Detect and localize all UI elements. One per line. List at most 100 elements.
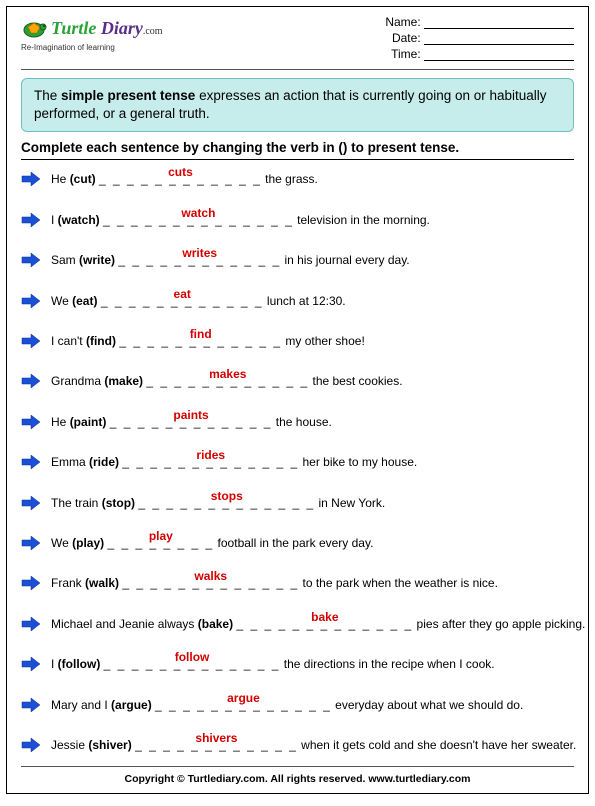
bullet-arrow-icon [21,414,41,430]
answer-blank[interactable]: _ _ _ _ _ _ _ _ _ _ _ _ _walks [122,577,299,589]
bullet-arrow-icon [21,333,41,349]
sentence-pre: Sam [51,253,79,267]
items-list: He (cut) _ _ _ _ _ _ _ _ _ _ _ _cuts the… [21,160,574,766]
bullet-arrow-icon [21,616,41,632]
sentence: Emma (ride) _ _ _ _ _ _ _ _ _ _ _ _ _rid… [51,456,574,468]
answer-text: find [190,328,212,340]
sentence: He (cut) _ _ _ _ _ _ _ _ _ _ _ _cuts the… [51,173,574,185]
answer-blank[interactable]: _ _ _ _ _ _ _ _ _ _ _ _shivers [135,739,298,751]
bullet-arrow-icon [21,697,41,713]
tagline: Re-Imagination of learning [21,43,163,52]
sentence-post: the directions in the recipe when I cook… [280,657,494,671]
sentence-pre: Michael and Jeanie always [51,617,198,631]
sentence: Frank (walk) _ _ _ _ _ _ _ _ _ _ _ _ _wa… [51,577,574,589]
sentence-post: the grass. [262,172,318,186]
date-line[interactable] [424,32,574,45]
answer-blank[interactable]: _ _ _ _ _ _ _ _ _ _ _ _eat [101,295,264,307]
sentence-pre: Mary and I [51,698,111,712]
verb-hint: (walk) [85,576,119,590]
page-header: Turtle Diary.com Re-Imagination of learn… [21,15,574,70]
answer-blank[interactable]: _ _ _ _ _ _ _ _ _ _ _ _ _bake [236,618,413,630]
answer-blank[interactable]: _ _ _ _ _ _ _ _ _ _ _ _find [119,335,282,347]
sentence-pre: Frank [51,576,85,590]
sentence-post: lunch at 12:30. [264,294,346,308]
answer-text: cuts [168,166,193,178]
date-label: Date: [392,31,421,45]
bullet-arrow-icon [21,293,41,309]
answer-text: writes [182,247,217,259]
answer-text: follow [175,651,210,663]
answer-blank[interactable]: _ _ _ _ _ _ _ _ _ _ _ _ _argue [155,699,332,711]
verb-hint: (shiver) [88,738,131,752]
sentence-pre: I [51,213,58,227]
worksheet-page: Turtle Diary.com Re-Imagination of learn… [6,6,589,794]
answer-text: stops [211,490,243,502]
time-line[interactable] [424,48,574,61]
bullet-arrow-icon [21,373,41,389]
sentence-pre: We [51,536,72,550]
verb-hint: (make) [104,374,143,388]
sentence: I (follow) _ _ _ _ _ _ _ _ _ _ _ _ _foll… [51,658,574,670]
sentence-post: football in the park every day. [214,536,373,550]
sentence: Grandma (make) _ _ _ _ _ _ _ _ _ _ _ _ma… [51,375,574,387]
bullet-arrow-icon [21,212,41,228]
sentence-pre: Grandma [51,374,104,388]
bullet-arrow-icon [21,171,41,187]
answer-blank[interactable]: _ _ _ _ _ _ _ _ _ _ _ _ _follow [104,658,281,670]
bullet-arrow-icon [21,252,41,268]
answer-text: rides [196,449,225,461]
exercise-item: The train (stop) _ _ _ _ _ _ _ _ _ _ _ _… [21,488,574,518]
exercise-item: Sam (write) _ _ _ _ _ _ _ _ _ _ _ _write… [21,245,574,275]
sentence-post: when it gets cold and she doesn't have h… [298,738,576,752]
verb-hint: (eat) [72,294,97,308]
name-line[interactable] [424,16,574,29]
sentence-pre: Emma [51,455,89,469]
answer-blank[interactable]: _ _ _ _ _ _ _ _ _ _ _ _makes [146,375,309,387]
sentence-pre: The train [51,496,102,510]
sentence-pre: Jessie [51,738,88,752]
answer-text: makes [209,368,246,380]
verb-hint: (play) [72,536,104,550]
logo-block: Turtle Diary.com Re-Imagination of learn… [21,15,163,52]
sentence-post: pies after they go apple picking. [413,617,585,631]
answer-blank[interactable]: _ _ _ _ _ _ _ _ _ _ _ _writes [118,254,281,266]
answer-blank[interactable]: _ _ _ _ _ _ _ _ _ _ _ _ _ _watch [103,214,294,226]
bullet-arrow-icon [21,495,41,511]
verb-hint: (paint) [70,415,107,429]
sentence-post: television in the morning. [294,213,430,227]
sentence: Jessie (shiver) _ _ _ _ _ _ _ _ _ _ _ _s… [51,739,576,751]
answer-text: paints [173,409,208,421]
exercise-item: I (follow) _ _ _ _ _ _ _ _ _ _ _ _ _foll… [21,649,574,679]
answer-text: eat [174,288,191,300]
answer-text: play [149,530,173,542]
name-label: Name: [385,15,420,29]
answer-blank[interactable]: _ _ _ _ _ _ _ _ _ _ _ _cuts [99,173,262,185]
sentence: He (paint) _ _ _ _ _ _ _ _ _ _ _ _paints… [51,416,574,428]
sentence-post: my other shoe! [282,334,365,348]
student-fields: Name: Date: Time: [385,15,574,63]
exercise-item: We (play) _ _ _ _ _ _ _ _play football i… [21,528,574,558]
verb-hint: (cut) [70,172,96,186]
sentence-pre: I can't [51,334,86,348]
verb-hint: (find) [86,334,116,348]
exercise-item: I (watch) _ _ _ _ _ _ _ _ _ _ _ _ _ _wat… [21,205,574,235]
logo-text: Turtle Diary.com [51,19,163,37]
verb-hint: (argue) [111,698,152,712]
sentence: I (watch) _ _ _ _ _ _ _ _ _ _ _ _ _ _wat… [51,214,574,226]
answer-blank[interactable]: _ _ _ _ _ _ _ _ _ _ _ _ _rides [122,456,299,468]
bullet-arrow-icon [21,535,41,551]
sentence-pre: We [51,294,72,308]
sentence-post: her bike to my house. [299,455,417,469]
answer-blank[interactable]: _ _ _ _ _ _ _ _ _ _ _ _ _stops [138,497,315,509]
exercise-item: Jessie (shiver) _ _ _ _ _ _ _ _ _ _ _ _s… [21,730,574,760]
answer-text: walks [194,570,227,582]
answer-blank[interactable]: _ _ _ _ _ _ _ _ _ _ _ _paints [110,416,273,428]
sentence-post: everyday about what we should do. [332,698,523,712]
exercise-item: Emma (ride) _ _ _ _ _ _ _ _ _ _ _ _ _rid… [21,447,574,477]
verb-hint: (bake) [198,617,233,631]
exercise-item: I can't (find) _ _ _ _ _ _ _ _ _ _ _ _fi… [21,326,574,356]
sentence: Mary and I (argue) _ _ _ _ _ _ _ _ _ _ _… [51,699,574,711]
sentence-post: the best cookies. [309,374,402,388]
answer-blank[interactable]: _ _ _ _ _ _ _ _play [107,537,214,549]
answer-text: argue [227,692,260,704]
